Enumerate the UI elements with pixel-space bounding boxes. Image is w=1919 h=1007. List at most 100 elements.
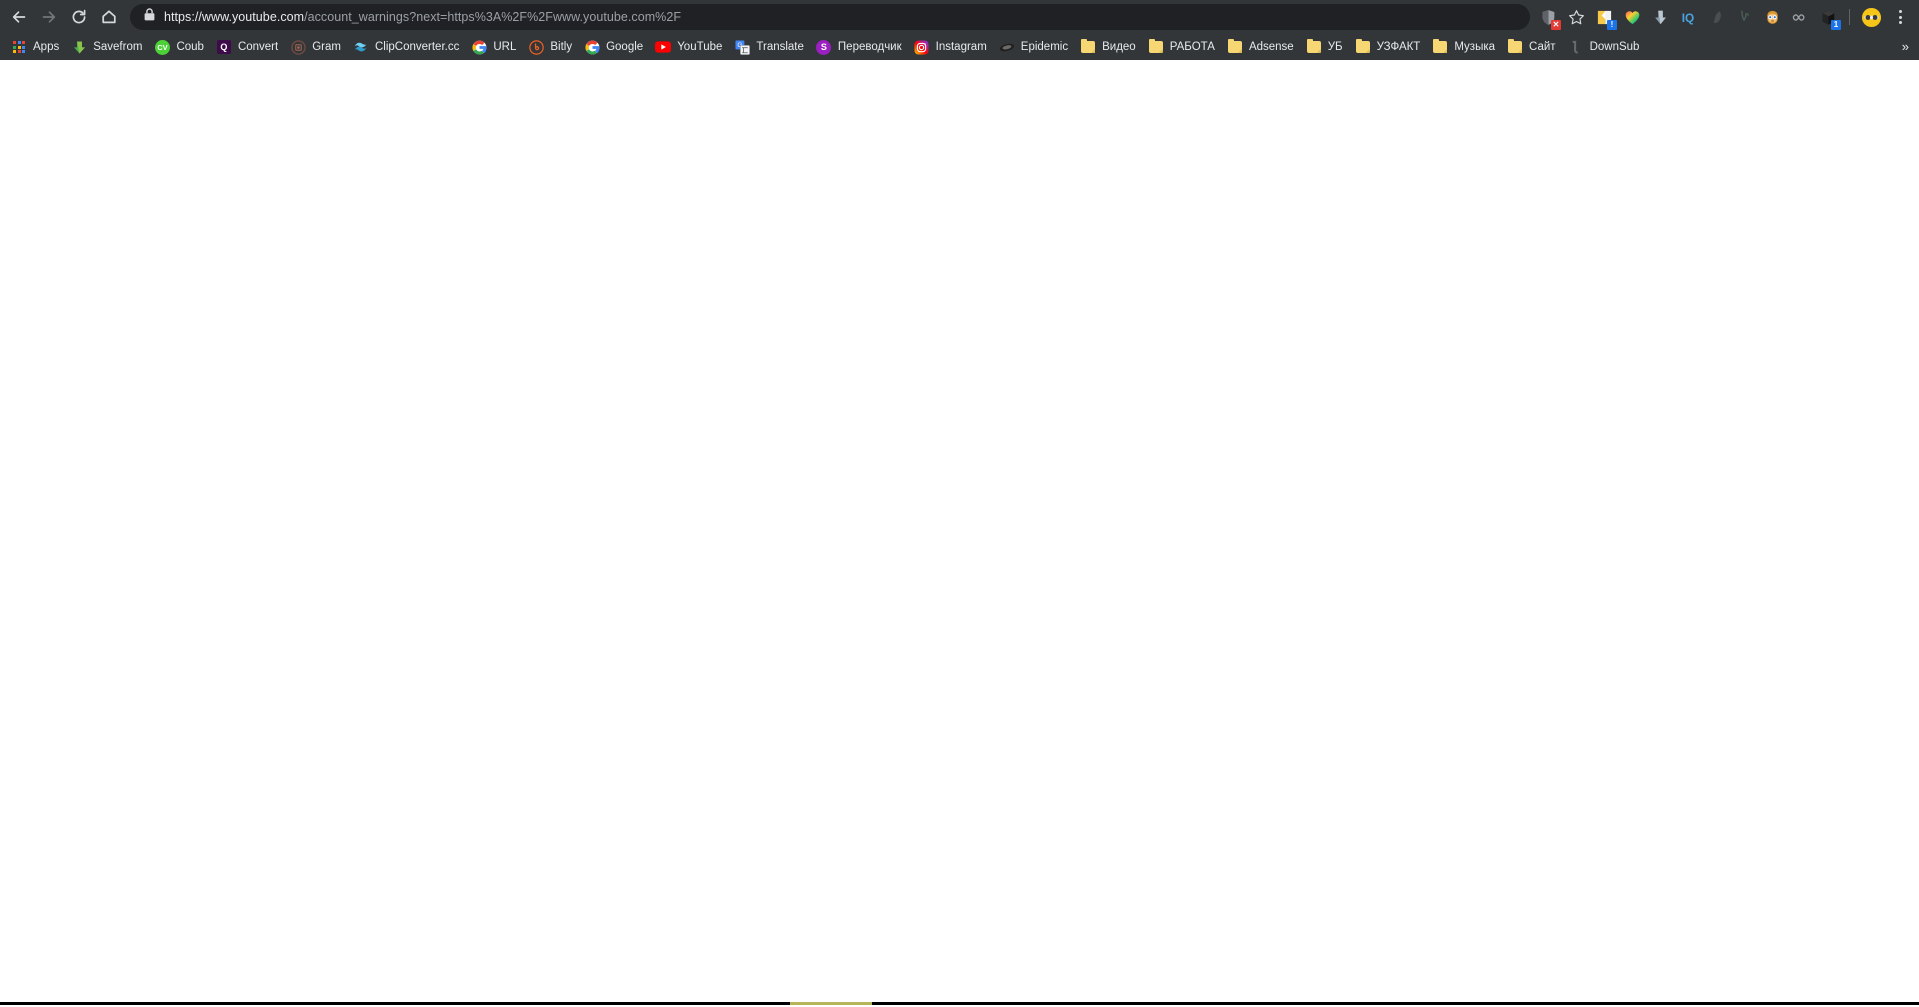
bookmark-label: ClipConverter.cc	[374, 41, 460, 53]
bookmark-label: Музыка	[1454, 41, 1496, 53]
bookmark-label: Сайт	[1529, 41, 1556, 53]
lock-icon	[144, 8, 155, 26]
smartcat-s-icon: S	[816, 39, 832, 55]
bookmark-label: Видео	[1102, 41, 1136, 53]
browser-chrome: https://www.youtube.com/account_warnings…	[0, 0, 1919, 60]
extension-notes-badge: !	[1607, 20, 1617, 30]
browser-toolbar: https://www.youtube.com/account_warnings…	[0, 0, 1919, 34]
vine-icon[interactable]	[1730, 3, 1758, 31]
bookmark-translate[interactable]: G Translate	[729, 36, 811, 58]
bookmark-folder-muzyka[interactable]: Музыка	[1427, 36, 1502, 58]
feather-icon[interactable]	[1702, 3, 1730, 31]
bookmark-url[interactable]: URL	[466, 36, 523, 58]
page-bottom-accent	[790, 1002, 872, 1005]
bookmark-folder-video[interactable]: Видео	[1075, 36, 1143, 58]
adblock-shield-icon[interactable]: ✕	[1534, 3, 1562, 31]
bookmark-label: Savefrom	[93, 41, 143, 53]
toolbar-actions: ✕ ! IQ 1	[1534, 2, 1913, 32]
monkey-avatar-icon[interactable]	[1758, 3, 1786, 31]
bookmark-label: Instagram	[935, 41, 987, 53]
bookmark-google[interactable]: Google	[579, 36, 650, 58]
bookmarks-overflow-button[interactable]: »	[1896, 38, 1915, 56]
download-arrow-icon[interactable]	[1646, 3, 1674, 31]
downsub-icon	[1568, 39, 1584, 55]
bookmark-folder-sait[interactable]: Сайт	[1502, 36, 1563, 58]
google-translate-icon: G	[734, 39, 750, 55]
bookmark-label: Epidemic	[1020, 41, 1069, 53]
bookmark-downsub[interactable]: DownSub	[1563, 36, 1647, 58]
bookmark-label: Bitly	[550, 41, 573, 53]
chrome-menu-button[interactable]	[1887, 3, 1913, 31]
bookmark-label: Переводчик	[837, 41, 902, 53]
bookmark-folder-adsense[interactable]: Adsense	[1222, 36, 1301, 58]
folder-icon	[1507, 38, 1523, 55]
profile-avatar[interactable]	[1857, 3, 1885, 31]
bookmark-label: DownSub	[1589, 41, 1640, 53]
bookmark-folder-ub[interactable]: УБ	[1301, 36, 1350, 58]
bookmark-youtube[interactable]: YouTube	[650, 36, 729, 58]
back-arrow-icon	[12, 11, 26, 23]
bookmark-folder-uzfakt[interactable]: УЗФАКТ	[1350, 36, 1428, 58]
url-text: https://www.youtube.com/account_warnings…	[164, 10, 682, 24]
black-box-icon[interactable]: 1	[1814, 3, 1842, 31]
svg-text:IQ: IQ	[1682, 11, 1694, 25]
bookmark-label: Apps	[33, 41, 60, 53]
bookmark-label: РАБОТА	[1169, 41, 1215, 53]
home-icon	[102, 10, 116, 24]
menu-dot	[1898, 15, 1902, 19]
adblock-badge: ✕	[1551, 20, 1561, 30]
folder-icon	[1227, 38, 1243, 55]
bookmark-instagram[interactable]: Instagram	[909, 36, 994, 58]
bookmarks-bar: Apps Savefrom CV Coub Q Convert Gram Cli…	[0, 34, 1919, 60]
bookmark-savefrom[interactable]: Savefrom	[66, 36, 149, 58]
convert-q-icon: Q	[216, 39, 232, 55]
forward-button[interactable]	[34, 2, 64, 32]
bookmark-coub[interactable]: CV Coub	[149, 36, 211, 58]
bookmark-star-icon[interactable]	[1562, 3, 1590, 31]
bookmark-label: Translate	[756, 41, 804, 53]
bookmark-perevodchik[interactable]: S Переводчик	[811, 36, 909, 58]
bookmark-label: Google	[606, 41, 644, 53]
instagram-icon	[914, 39, 930, 55]
bookmark-label: YouTube	[677, 41, 723, 53]
iq-extension-icon[interactable]: IQ	[1674, 3, 1702, 31]
folder-icon	[1432, 38, 1448, 55]
savefrom-download-icon	[71, 39, 87, 55]
bookmark-label: Convert	[237, 41, 279, 53]
back-button[interactable]	[4, 2, 34, 32]
clipconverter-icon	[353, 39, 369, 55]
black-box-badge: 1	[1831, 20, 1841, 30]
bookmark-folder-rabota[interactable]: РАБОТА	[1143, 36, 1222, 58]
bookmark-label: Gram	[312, 41, 341, 53]
page-content	[0, 60, 1919, 1005]
coub-icon: CV	[154, 39, 170, 55]
bookmark-convert[interactable]: Q Convert	[211, 36, 285, 58]
bookmark-label: УБ	[1327, 41, 1343, 53]
bookmark-label: Adsense	[1248, 41, 1294, 53]
bookmark-apps[interactable]: Apps	[6, 36, 66, 58]
gram-icon	[290, 39, 306, 55]
extension-notes-icon[interactable]: !	[1590, 3, 1618, 31]
bookmark-bitly[interactable]: Bitly	[523, 36, 579, 58]
menu-dot	[1898, 21, 1902, 24]
address-bar[interactable]: https://www.youtube.com/account_warnings…	[130, 4, 1530, 30]
google-g-icon	[471, 39, 487, 55]
bookmark-gram[interactable]: Gram	[285, 36, 348, 58]
google-g-icon	[584, 39, 600, 55]
home-button[interactable]	[94, 2, 124, 32]
infinity-icon[interactable]	[1786, 3, 1814, 31]
folder-icon	[1355, 38, 1371, 55]
bookmark-label: URL	[493, 41, 517, 53]
folder-icon	[1080, 38, 1096, 55]
menu-dot	[1898, 10, 1902, 13]
rainbow-heart-icon[interactable]	[1618, 3, 1646, 31]
reload-button[interactable]	[64, 2, 94, 32]
bookmark-clipconverter[interactable]: ClipConverter.cc	[348, 36, 466, 58]
bookmark-label: Coub	[176, 41, 204, 53]
bookmark-epidemic[interactable]: Epidemic	[994, 36, 1075, 58]
reload-icon	[72, 9, 86, 24]
bookmark-label: УЗФАКТ	[1376, 41, 1421, 53]
forward-arrow-icon	[42, 11, 56, 23]
bitly-icon	[528, 39, 544, 55]
youtube-icon	[655, 39, 672, 55]
